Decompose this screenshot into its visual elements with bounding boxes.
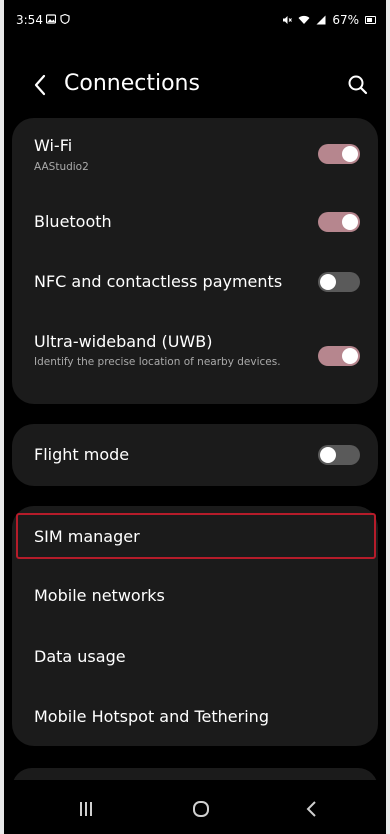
- wifi-label: Wi-Fi: [34, 136, 73, 155]
- wifi-network-name: AAStudio2: [34, 161, 89, 173]
- navigation-bar: [4, 780, 386, 834]
- connectivity-card: Wi-Fi AAStudio2 Bluetooth NFC and contac…: [12, 118, 378, 404]
- uwb-description: Identify the precise location of nearby …: [34, 356, 281, 368]
- hotspot-label: Mobile Hotspot and Tethering: [34, 707, 269, 726]
- toggle-knob: [342, 146, 358, 162]
- nfc-label: NFC and contactless payments: [34, 272, 283, 291]
- flight-mode-card: Flight mode: [12, 424, 378, 486]
- flight-mode-row[interactable]: Flight mode: [12, 424, 378, 486]
- toggle-knob: [320, 274, 336, 290]
- wifi-toggle[interactable]: [318, 144, 360, 164]
- signal-icon: [316, 15, 326, 25]
- data-usage-label: Data usage: [34, 647, 126, 666]
- wifi-row[interactable]: Wi-Fi AAStudio2: [12, 118, 378, 186]
- phone-screen: 3:54 67% Connections Wi-Fi AAStudio2 Blu…: [4, 0, 386, 834]
- mute-icon: [283, 16, 293, 24]
- flight-mode-toggle[interactable]: [318, 445, 360, 465]
- bluetooth-label: Bluetooth: [34, 212, 112, 231]
- battery-percent: 67%: [332, 13, 359, 27]
- shield-notification-icon: [60, 14, 70, 24]
- flight-mode-label: Flight mode: [34, 445, 130, 464]
- toggle-knob: [342, 214, 358, 230]
- mobile-networks-row[interactable]: Mobile networks: [12, 566, 378, 626]
- status-time: 3:54: [16, 13, 43, 27]
- back-nav-icon[interactable]: [297, 794, 327, 824]
- hotspot-row[interactable]: Mobile Hotspot and Tethering: [12, 686, 378, 746]
- nfc-toggle[interactable]: [318, 272, 360, 292]
- uwb-toggle[interactable]: [318, 346, 360, 366]
- toggle-knob: [320, 447, 336, 463]
- nfc-row[interactable]: NFC and contactless payments: [12, 248, 378, 310]
- wifi-status-icon: [298, 15, 310, 24]
- status-right: 67%: [282, 13, 376, 27]
- bluetooth-row[interactable]: Bluetooth: [12, 186, 378, 248]
- search-icon[interactable]: [344, 71, 372, 99]
- gallery-notification-icon: [46, 14, 56, 24]
- uwb-row[interactable]: Ultra-wideband (UWB) Identify the precis…: [12, 310, 378, 404]
- home-icon[interactable]: [186, 794, 216, 824]
- data-usage-row[interactable]: Data usage: [12, 626, 378, 686]
- bluetooth-toggle[interactable]: [318, 212, 360, 232]
- uwb-label: Ultra-wideband (UWB): [34, 332, 213, 351]
- toggle-knob: [342, 348, 358, 364]
- app-header: Connections: [4, 60, 386, 110]
- battery-icon: [365, 16, 376, 24]
- back-arrow-icon[interactable]: [26, 70, 56, 100]
- status-bar: 3:54 67%: [4, 0, 386, 40]
- sim-manager-highlight: [16, 513, 376, 559]
- page-title: Connections: [64, 71, 200, 96]
- recent-apps-icon[interactable]: [71, 794, 101, 824]
- mobile-networks-label: Mobile networks: [34, 586, 165, 605]
